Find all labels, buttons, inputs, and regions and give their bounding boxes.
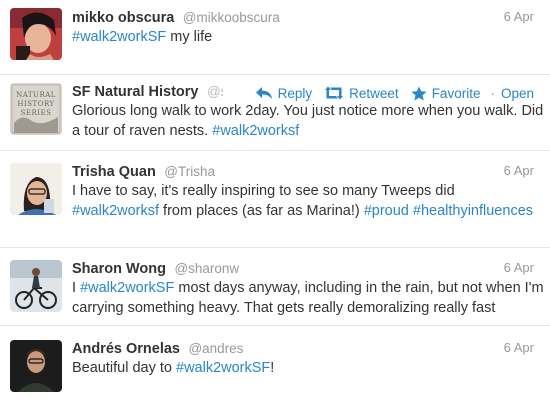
retweet-button[interactable]: Retweet xyxy=(324,86,399,101)
tweet-text-segment: my life xyxy=(166,29,213,45)
author-name[interactable]: mikko obscura xyxy=(72,10,174,26)
tweet-item[interactable]: Trisha Quan @Trisha 6 Apr I have to say,… xyxy=(0,151,550,248)
tweet-actions: Reply Retweet Favorite · Open xyxy=(222,83,534,103)
author-handle[interactable]: @andres xyxy=(188,341,243,356)
open-link[interactable]: Open xyxy=(501,86,534,101)
retweet-label: Retweet xyxy=(349,85,399,101)
avatar-andres[interactable] xyxy=(10,340,62,392)
tweet-date[interactable]: 6 Apr xyxy=(504,260,534,275)
reply-label: Reply xyxy=(277,85,313,101)
tweet-date[interactable]: 6 Apr xyxy=(504,340,534,355)
avatar-image xyxy=(10,8,62,60)
reply-arrow-icon xyxy=(255,87,272,99)
reply-button[interactable]: Reply xyxy=(255,85,313,101)
tweet-text-segment: I xyxy=(72,280,81,296)
hashtag-link[interactable]: #walk2workSF xyxy=(72,29,166,45)
hashtag-link[interactable]: #walk2workSF xyxy=(176,360,270,376)
avatar-image xyxy=(10,340,62,392)
avatar-text-line: HISTORY xyxy=(17,100,55,108)
hashtag-link[interactable]: #walk2workSF xyxy=(80,280,174,296)
tweet-text: I #walk2workSF most days anyway, includi… xyxy=(72,279,544,318)
author-name[interactable]: Andrés Ornelas xyxy=(72,341,180,357)
author-name[interactable]: Trisha Quan xyxy=(72,164,156,180)
tweet-item[interactable]: Sharon Wong @sharonw 6 Apr I #walk2workS… xyxy=(0,248,550,326)
favorite-button[interactable]: Favorite xyxy=(411,85,481,101)
hashtag-link[interactable]: #walk2worksf xyxy=(72,203,159,219)
avatar-trisha[interactable] xyxy=(10,163,62,215)
avatar-text-line: SERIES xyxy=(20,109,52,117)
tweet-date[interactable]: 6 Apr xyxy=(504,9,534,24)
tweet-text: I have to say, it's really inspiring to … xyxy=(72,182,544,221)
tweet-text: Beautiful day to #walk2workSF! xyxy=(72,359,544,379)
avatar-logo-text: NATURAL HISTORY SERIES xyxy=(10,91,62,118)
tweet-text-segment: Beautiful day to xyxy=(72,360,176,376)
hashtag-link[interactable]: #proud xyxy=(364,203,409,219)
tweet-text: Glorious long walk to work 2day. You jus… xyxy=(72,102,544,141)
avatar-sf-natural-history[interactable]: NATURAL HISTORY SERIES xyxy=(10,83,62,135)
tweet-text-segment: I have to say, it's really inspiring to … xyxy=(72,183,455,199)
tweet-item[interactable]: NATURAL HISTORY SERIES SF Natural Histor… xyxy=(0,75,550,151)
separator-dot: · xyxy=(490,85,495,101)
tweet-feed: mikko obscura @mikkoobscura 6 Apr #walk2… xyxy=(0,0,550,400)
tweet-date[interactable]: 6 Apr xyxy=(504,163,534,178)
tweet-item[interactable]: mikko obscura @mikkoobscura 6 Apr #walk2… xyxy=(0,0,550,75)
tweet-item[interactable]: Andrés Ornelas @andres 6 Apr Beautiful d… xyxy=(0,326,550,400)
tweet-text-segment: Glorious long walk to work 2day. You jus… xyxy=(72,103,544,139)
author-name[interactable]: SF Natural History xyxy=(72,84,199,100)
open-label: Open xyxy=(500,85,534,101)
avatar-image xyxy=(10,260,62,312)
avatar-mikko[interactable] xyxy=(10,8,62,60)
avatar-sharon[interactable] xyxy=(10,260,62,312)
author-handle[interactable]: @Trisha xyxy=(164,164,215,179)
hashtag-link[interactable]: #healthyinfluences xyxy=(413,203,533,219)
tweet-text: #walk2workSF my life xyxy=(72,28,544,48)
star-icon xyxy=(411,86,427,100)
retweet-icon xyxy=(325,86,344,100)
favorite-label: Favorite xyxy=(431,85,481,101)
avatar-image xyxy=(10,163,62,215)
fade-overlay xyxy=(222,84,243,102)
tweet-text-segment: from places (as far as Marina!) xyxy=(159,202,364,219)
tweet-text-segment: ! xyxy=(270,360,275,376)
avatar-text-line: NATURAL xyxy=(16,91,56,99)
author-handle[interactable]: @sharonw xyxy=(174,261,239,276)
hashtag-link[interactable]: #walk2worksf xyxy=(212,123,299,139)
author-name[interactable]: Sharon Wong xyxy=(72,261,166,277)
author-handle[interactable]: @mikkoobscura xyxy=(183,10,280,25)
